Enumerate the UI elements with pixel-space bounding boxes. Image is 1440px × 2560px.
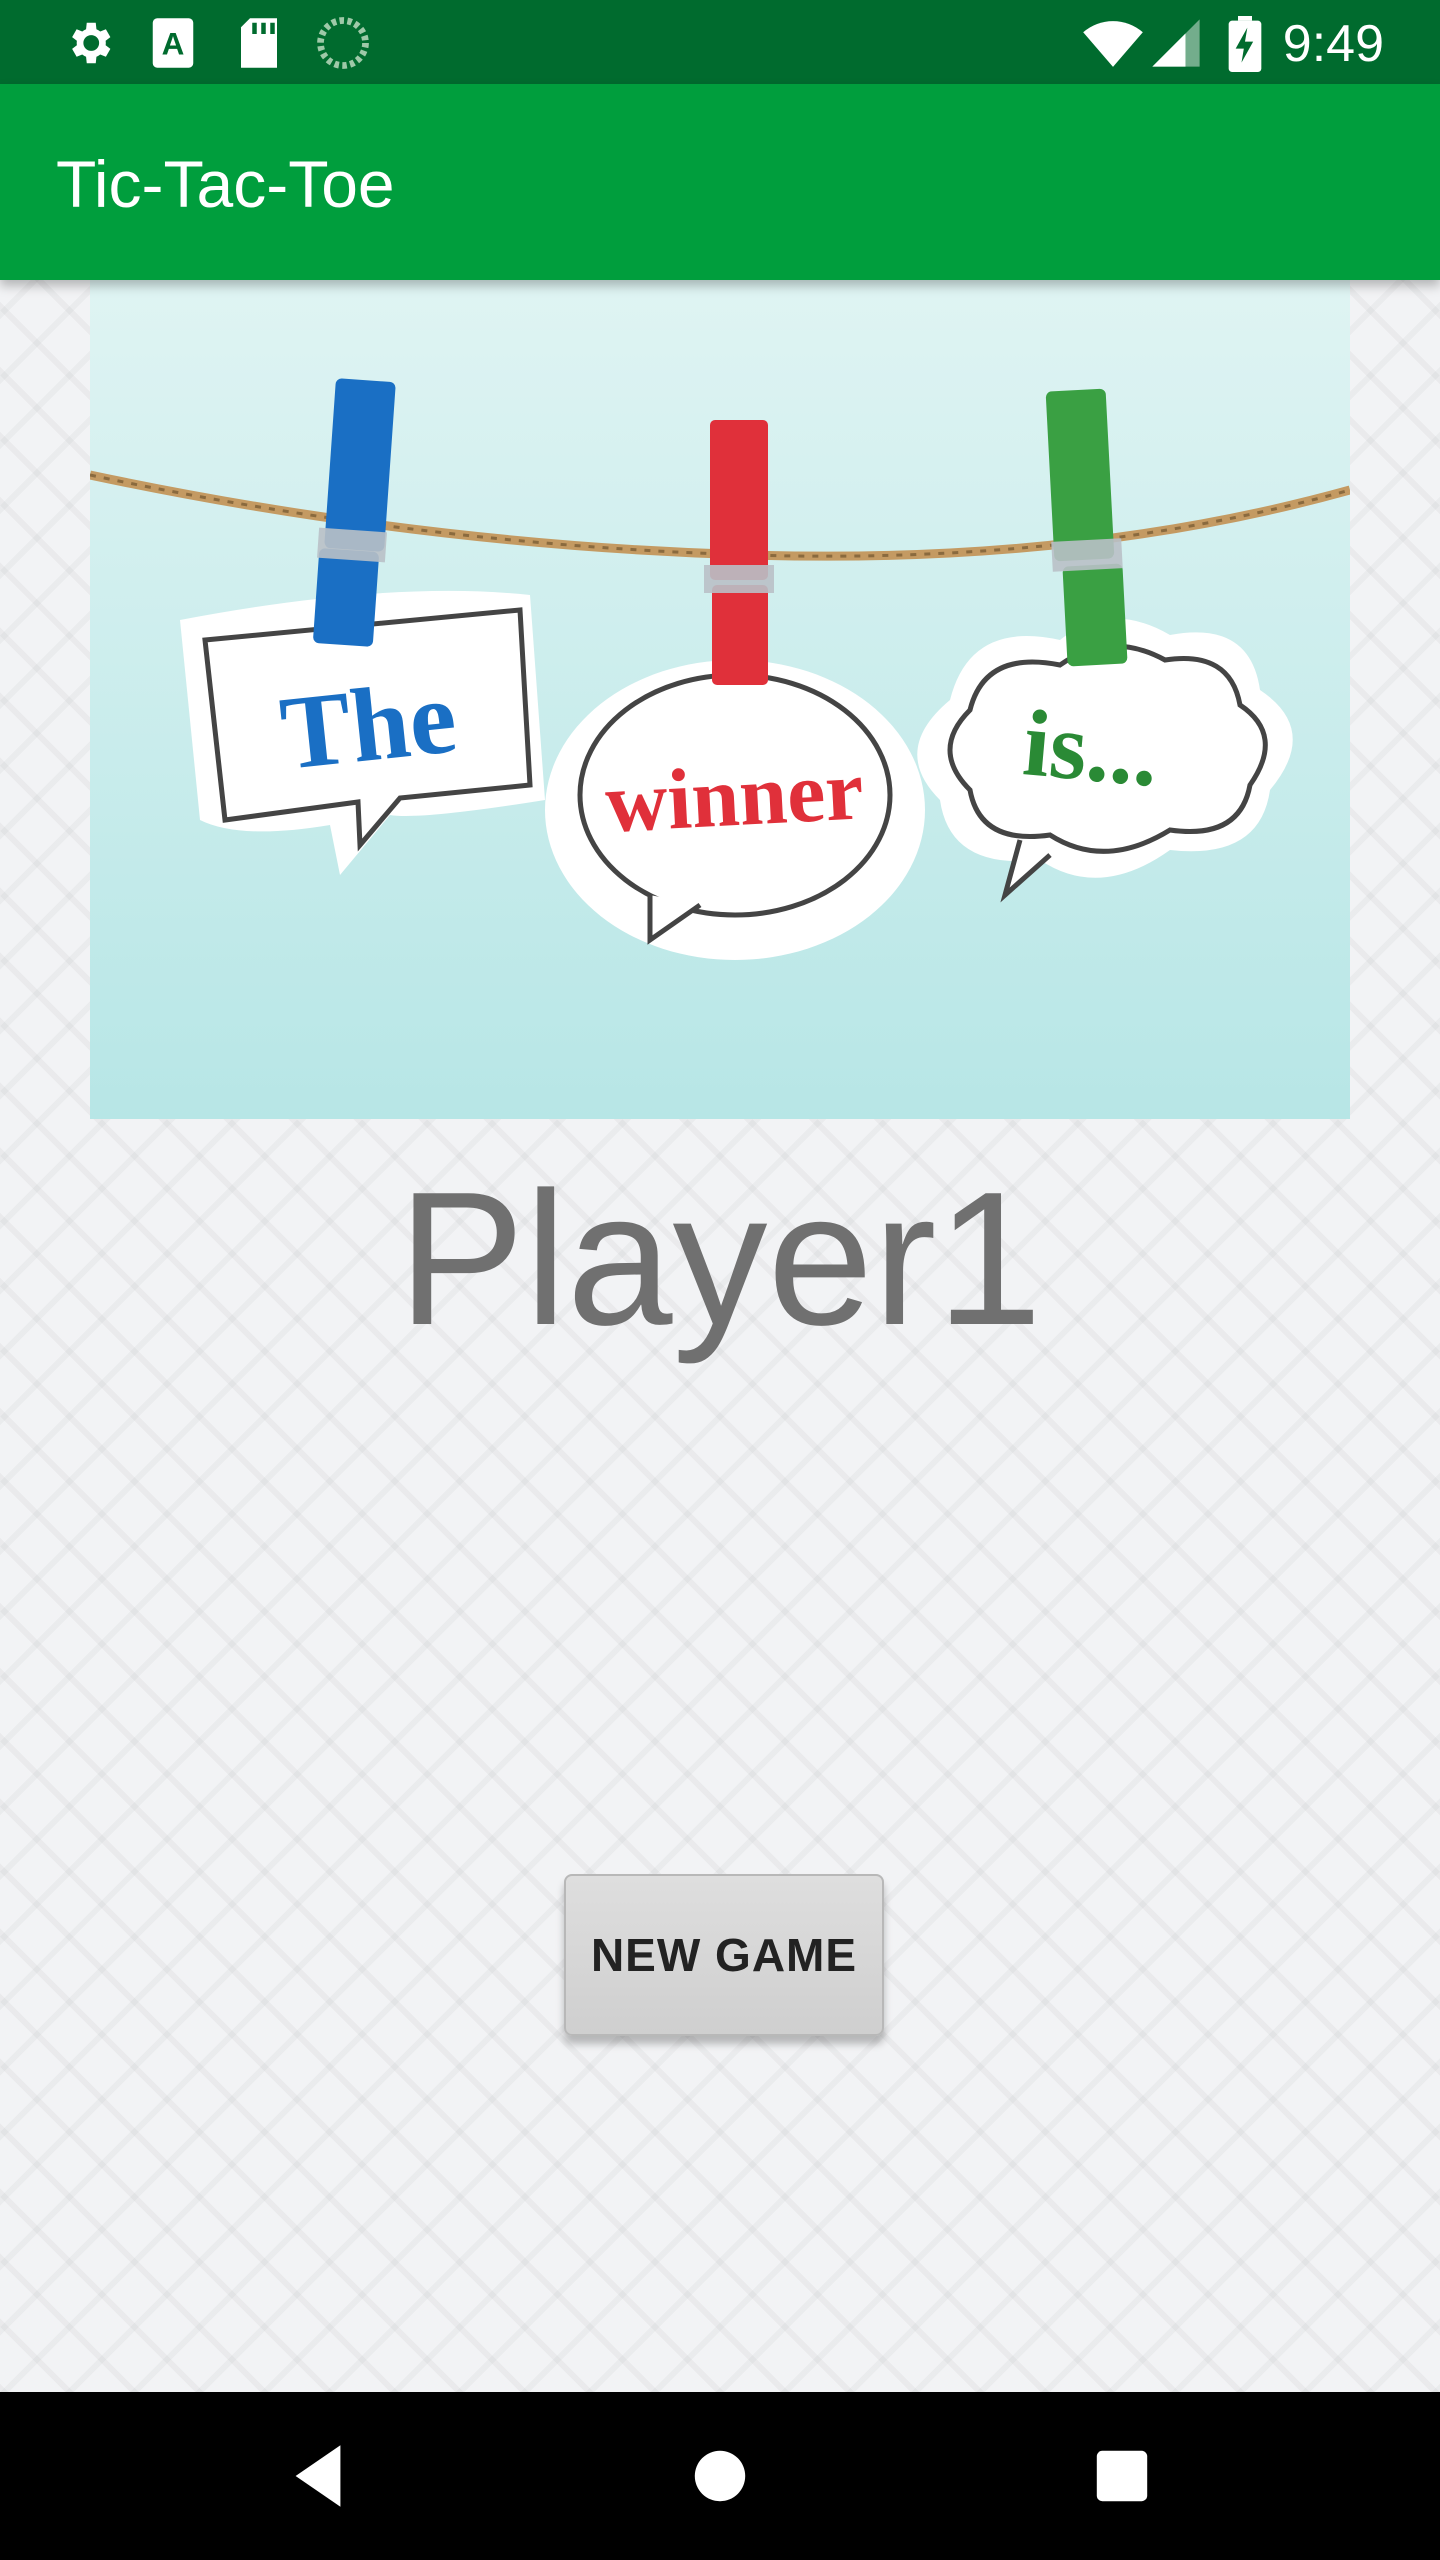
navigation-bar: [0, 2392, 1440, 2560]
status-time: 9:49: [1282, 15, 1384, 73]
app-title: Tic-Tac-Toe: [56, 147, 395, 221]
hero-word-winner: winner: [603, 741, 866, 850]
cell-signal-icon: [1152, 19, 1200, 67]
app-bar: Tic-Tac-Toe: [0, 84, 1440, 280]
new-game-button[interactable]: NEW GAME: [564, 1874, 884, 2036]
red-peg: [704, 420, 774, 685]
settings-icon: [72, 22, 111, 64]
hero-word-is: is...: [1019, 689, 1162, 806]
winner-screen: The winner is... Player1 NEW GAME: [0, 280, 1440, 2392]
hero-word-the: The: [275, 657, 461, 792]
wifi-icon: [1083, 21, 1143, 67]
winner-name: Player1: [397, 1153, 1043, 1365]
winner-announcement-image: The winner is...: [90, 280, 1350, 1119]
status-bar: A 9:49: [0, 0, 1440, 84]
svg-text:A: A: [162, 25, 185, 61]
home-icon[interactable]: [692, 2436, 748, 2516]
recents-icon[interactable]: [1094, 2436, 1150, 2516]
winner-speech-bubble: winner: [545, 660, 925, 960]
text-a-icon: A: [152, 18, 194, 68]
sd-card-icon: [241, 18, 277, 68]
back-icon[interactable]: [290, 2436, 346, 2516]
sync-progress-icon: [317, 17, 369, 69]
battery-charging-icon: [1228, 16, 1262, 72]
